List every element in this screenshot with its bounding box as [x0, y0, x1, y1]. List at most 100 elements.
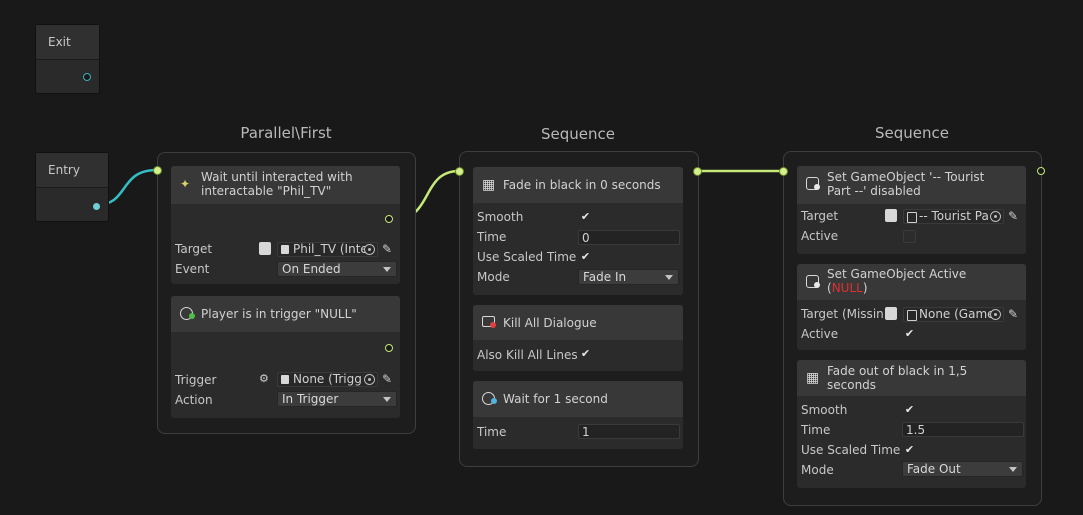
script-icon	[885, 307, 897, 320]
set-gameobject-title-2: Part --' disabled	[827, 184, 921, 198]
sequence2-output-port[interactable]	[1037, 167, 1045, 175]
event-dropdown[interactable]: On Ended	[277, 261, 397, 277]
active-checkbox[interactable]: ✔	[904, 328, 915, 339]
eyedropper-icon[interactable]: ✎	[1006, 209, 1020, 223]
smooth-checkbox[interactable]: ✔	[904, 404, 915, 415]
active-label: Active	[801, 229, 839, 243]
object-picker-icon[interactable]	[364, 374, 375, 385]
sequence1-input-port[interactable]	[455, 167, 464, 176]
set-active-title-2: (NULL)	[827, 281, 868, 295]
target-object-field[interactable]: -- Tourist Pa	[903, 209, 1004, 224]
script-file-icon	[281, 375, 289, 384]
toggle-badge-icon	[814, 282, 820, 288]
target-label: Target	[175, 242, 213, 256]
sequence1-output-port[interactable]	[693, 167, 702, 176]
also-kill-lines-checkbox[interactable]: ✔	[580, 348, 591, 359]
object-picker-icon[interactable]	[364, 244, 375, 255]
eyedropper-icon[interactable]: ✎	[380, 242, 394, 256]
add-badge-icon	[189, 313, 195, 319]
chevron-down-icon	[1009, 467, 1017, 472]
remove-badge-icon	[490, 322, 496, 328]
wait-second-title: Wait for 1 second	[503, 392, 608, 406]
mode-dropdown[interactable]: Fade Out	[902, 461, 1023, 477]
trigger-script-icon: ⚙	[259, 372, 269, 385]
player-trigger-output-port[interactable]	[385, 344, 393, 352]
add-badge-icon	[491, 398, 497, 404]
wait-interacted-card[interactable]: ✦ Wait until interacted with interactabl…	[171, 166, 400, 284]
script-icon	[885, 209, 897, 222]
set-active-card[interactable]: Set GameObject Active (NULL) Target (Mis…	[797, 264, 1026, 350]
kill-dialogue-title: Kill All Dialogue	[503, 316, 597, 330]
also-kill-lines-label: Also Kill All Lines	[477, 348, 578, 362]
entry-node[interactable]: Entry	[35, 152, 109, 222]
object-picker-icon[interactable]	[990, 211, 1001, 222]
parallel-group-title: Parallel\First	[240, 124, 332, 142]
trigger-label: Trigger	[175, 373, 217, 387]
player-trigger-card[interactable]: Player is in trigger "NULL" Trigger ⚙ No…	[171, 296, 400, 418]
mode-dropdown[interactable]: Fade In	[578, 269, 679, 285]
smooth-checkbox[interactable]: ✔	[580, 211, 591, 222]
action-dropdown[interactable]: In Trigger	[277, 391, 397, 407]
exit-node-title: Exit	[36, 25, 99, 60]
fade-out-title-1: Fade out of black in 1,5	[827, 364, 968, 378]
eyedropper-icon[interactable]: ✎	[1006, 307, 1020, 321]
use-scaled-time-label: Use Scaled Time	[477, 250, 577, 264]
player-trigger-title: Player is in trigger "NULL"	[201, 307, 357, 321]
smooth-label: Smooth	[477, 210, 524, 224]
script-file-icon	[281, 245, 289, 254]
use-scaled-time-checkbox[interactable]: ✔	[904, 444, 915, 455]
toggle-badge-icon	[814, 184, 820, 190]
fade-out-card[interactable]: ▦ Fade out of black in 1,5 seconds Smoot…	[797, 360, 1026, 488]
wait-interacted-output-port[interactable]	[385, 215, 393, 223]
gameobject-icon	[907, 212, 917, 223]
active-label: Active	[801, 327, 839, 341]
exit-node[interactable]: Exit	[35, 24, 100, 94]
kill-dialogue-card[interactable]: Kill All Dialogue Also Kill All Lines ✔	[473, 305, 683, 371]
use-scaled-time-label: Use Scaled Time	[801, 443, 901, 457]
script-icon	[259, 242, 271, 255]
fade-in-title: Fade in black in 0 seconds	[503, 178, 661, 192]
time-input[interactable]: 1	[578, 424, 680, 439]
fade-out-title-2: seconds	[827, 378, 877, 392]
parallel-input-port[interactable]	[153, 166, 162, 175]
eyedropper-icon[interactable]: ✎	[380, 372, 394, 386]
mode-label: Mode	[477, 270, 510, 284]
grid-icon: ▦	[806, 370, 820, 386]
target-object-field[interactable]: None (Game	[903, 307, 1004, 322]
pointer-click-icon: ✦	[180, 177, 191, 191]
active-checkbox[interactable]	[903, 230, 916, 243]
set-gameobject-card[interactable]: Set GameObject '-- Tourist Part --' disa…	[797, 166, 1026, 254]
trigger-object-field[interactable]: None (Trigg	[277, 372, 378, 387]
target-label: Target	[801, 209, 839, 223]
entry-output-port[interactable]	[93, 203, 100, 210]
sequence2-input-port[interactable]	[779, 167, 788, 176]
chevron-down-icon	[383, 397, 391, 402]
smooth-label: Smooth	[801, 403, 848, 417]
action-label: Action	[175, 393, 213, 407]
null-warning-text: NULL	[831, 281, 863, 295]
fade-in-card[interactable]: ▦ Fade in black in 0 seconds Smooth ✔ Ti…	[473, 167, 683, 295]
target-missing-label: Target (Missin	[801, 307, 884, 321]
event-label: Event	[175, 262, 210, 276]
time-label: Time	[801, 423, 831, 437]
time-input[interactable]: 0	[578, 230, 680, 245]
wait-second-card[interactable]: Wait for 1 second Time 1	[473, 381, 683, 449]
object-picker-icon[interactable]	[990, 309, 1001, 320]
time-label: Time	[477, 230, 507, 244]
target-object-field[interactable]: Phil_TV (Inte	[277, 242, 378, 257]
time-label: Time	[477, 425, 507, 439]
use-scaled-time-checkbox[interactable]: ✔	[580, 251, 591, 262]
time-input[interactable]: 1.5	[902, 422, 1024, 437]
sequence1-group-title: Sequence	[541, 125, 615, 143]
wait-interacted-title-2: interactable "Phil_TV"	[201, 184, 332, 198]
entry-node-title: Entry	[36, 153, 108, 188]
set-active-title-1: Set GameObject Active	[827, 267, 967, 281]
set-gameobject-title-1: Set GameObject '-- Tourist	[827, 170, 985, 184]
chevron-down-icon	[383, 267, 391, 272]
exit-input-port[interactable]	[83, 73, 91, 81]
grid-icon: ▦	[482, 177, 496, 193]
gameobject-icon	[907, 310, 917, 321]
sequence2-group-title: Sequence	[875, 124, 949, 142]
chevron-down-icon	[665, 275, 673, 280]
mode-label: Mode	[801, 463, 834, 477]
